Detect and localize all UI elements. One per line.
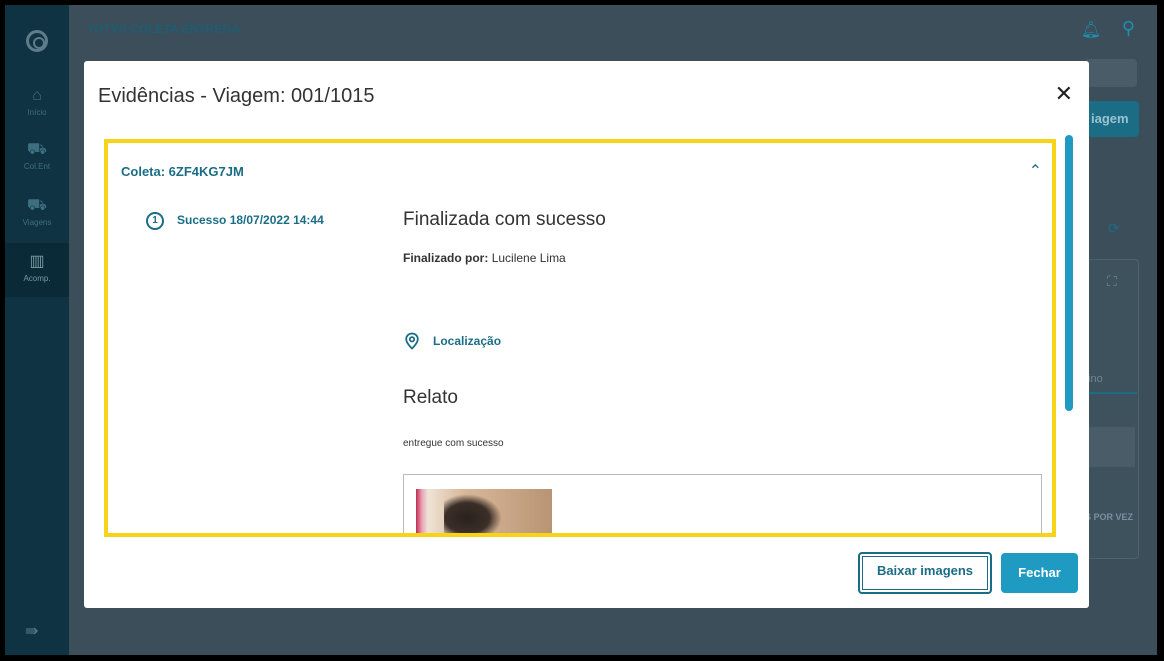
- relato-text: entregue com sucesso: [403, 438, 504, 449]
- map-icon: ▥: [29, 253, 45, 270]
- location-pin-icon: [405, 332, 419, 350]
- relato-title: Relato: [403, 387, 458, 408]
- sync-icon: ⟳: [1108, 220, 1120, 236]
- background-block: [1085, 427, 1135, 467]
- evidence-scroll-area[interactable]: Coleta: 6ZF4KG7JM ⌃ 1 Sucesso 18/07/2022…: [104, 139, 1056, 537]
- app-frame: ⌂ Início ⛟ Col.Ent ⛟ Viagens ▥ Acomp. ⇛ …: [5, 5, 1157, 655]
- expand-sidebar-icon[interactable]: ⇛: [25, 621, 38, 641]
- user-icon[interactable]: ⚲: [1122, 18, 1135, 39]
- sidebar-item-acomp[interactable]: ▥ Acomp.: [5, 243, 69, 297]
- sidebar-item-label: Início: [27, 108, 47, 117]
- app-title: TOTVS COLETA ENTREGA: [87, 22, 241, 36]
- home-icon: ⌂: [32, 87, 42, 104]
- sidebar-item-colent[interactable]: ⛟ Col.Ent: [5, 131, 69, 185]
- step-label[interactable]: Sucesso 18/07/2022 14:44: [177, 213, 324, 227]
- finalizado-value: Lucilene Lima: [491, 251, 566, 265]
- truck-pickup-icon: ⛟: [26, 141, 48, 158]
- finalizado-por: Finalizado por: Lucilene Lima: [403, 251, 566, 265]
- finalizado-label: Finalizado por:: [403, 251, 489, 265]
- background-input: [1085, 59, 1137, 87]
- background-button: iagem: [1085, 101, 1139, 137]
- evidence-image-thumbnail[interactable]: [416, 489, 552, 533]
- modal-title: Evidências - Viagem: 001/1015: [98, 85, 375, 107]
- background-tab: tino: [1085, 366, 1137, 394]
- scrollbar[interactable]: [1065, 135, 1073, 411]
- coleta-header[interactable]: Coleta: 6ZF4KG7JM: [121, 164, 244, 179]
- close-button[interactable]: Fechar: [1001, 553, 1078, 593]
- background-per-page: S POR VEZ: [1085, 512, 1134, 522]
- truck-icon: ⛟: [26, 197, 48, 214]
- download-images-button[interactable]: Baixar imagens: [858, 552, 992, 594]
- sidebar-item-inicio[interactable]: ⌂ Início: [5, 77, 69, 131]
- fullscreen-icon: ⛶: [1107, 273, 1118, 289]
- app-logo-icon[interactable]: [26, 30, 48, 52]
- sidebar-item-label: Viagens: [22, 218, 52, 227]
- sidebar-item-viagens[interactable]: ⛟ Viagens: [5, 187, 69, 241]
- bell-icon[interactable]: 🔔︎: [1081, 20, 1101, 40]
- close-icon[interactable]: ✕: [1055, 83, 1073, 105]
- sidebar-item-label: Col.Ent: [23, 162, 51, 171]
- location-link[interactable]: Localização: [433, 334, 501, 348]
- step-number: 1: [146, 212, 164, 230]
- sidebar-item-label: Acomp.: [23, 274, 51, 283]
- sidebar: ⌂ Início ⛟ Col.Ent ⛟ Viagens ▥ Acomp. ⇛: [5, 5, 69, 655]
- evidence-images: [403, 474, 1042, 533]
- top-bar: TOTVS COLETA ENTREGA 🔔︎ ⚲: [69, 5, 1157, 55]
- chevron-up-icon[interactable]: ⌃: [1029, 161, 1042, 181]
- status-title: Finalizada com sucesso: [403, 209, 606, 230]
- evidence-modal: Evidências - Viagem: 001/1015 ✕ Coleta: …: [84, 61, 1089, 608]
